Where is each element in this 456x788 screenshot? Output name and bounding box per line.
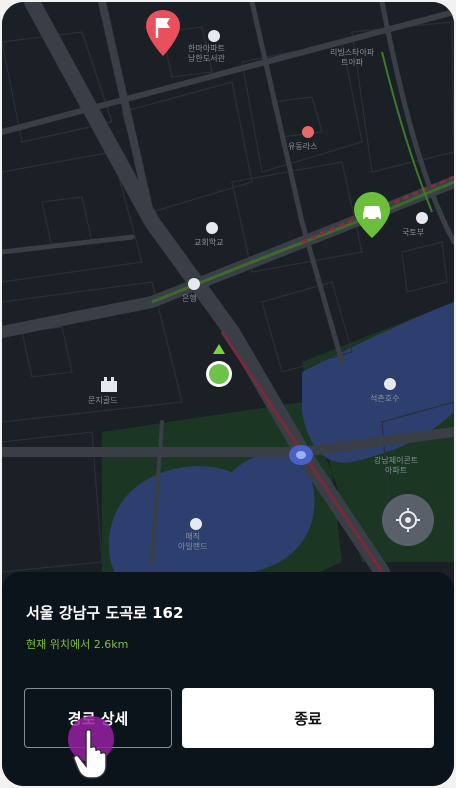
map-label: 문지골드	[88, 396, 118, 405]
locate-me-button[interactable]	[382, 494, 434, 546]
restaurant-poi-icon[interactable]	[302, 126, 314, 138]
distance-from-current: 현재 위치에서 2.6km	[26, 638, 129, 651]
map-label: 석촌호수	[370, 394, 400, 403]
end-button[interactable]: 종료	[182, 688, 434, 748]
map-label: 매직 아일랜드	[178, 532, 208, 551]
bank-poi-icon[interactable]	[188, 278, 200, 290]
landmark-poi-icon[interactable]	[384, 378, 396, 390]
end-button-label: 종료	[294, 709, 322, 728]
destination-address: 서울 강남구 도곡로 162	[26, 604, 184, 622]
map-label: 은행	[182, 294, 197, 303]
flag-pin-icon[interactable]	[144, 8, 182, 58]
castle-icon	[101, 377, 117, 392]
phone-screen: 한마아파트 남한도서관 리빙스타아파 트아파 유동라스 교회학교 은행 국토부 …	[2, 2, 454, 786]
map-label: 강남제이콘트 아파트	[374, 456, 419, 475]
marker-icon[interactable]	[288, 444, 314, 466]
hand-pointer-icon	[73, 729, 107, 779]
theme-park-poi-icon[interactable]	[190, 518, 202, 530]
school-poi-icon[interactable]	[206, 222, 218, 234]
crosshair-icon	[396, 508, 420, 532]
office-poi-icon[interactable]	[416, 212, 428, 224]
heading-arrow-icon	[213, 344, 225, 354]
map-label: 교회학교	[194, 238, 224, 247]
building-poi-icon[interactable]	[208, 30, 220, 42]
map-label: 한마아파트 남한도서관	[188, 44, 225, 63]
current-location-icon[interactable]	[205, 360, 233, 388]
map-label: 리빙스타아파 트아파	[330, 48, 375, 67]
map-label: 국토부	[402, 228, 425, 237]
destination-sheet: 서울 강남구 도곡로 162 현재 위치에서 2.6km 경로 상세 종료	[2, 572, 454, 786]
car-pin-icon[interactable]	[352, 190, 392, 240]
map-label: 유동라스	[288, 142, 318, 151]
